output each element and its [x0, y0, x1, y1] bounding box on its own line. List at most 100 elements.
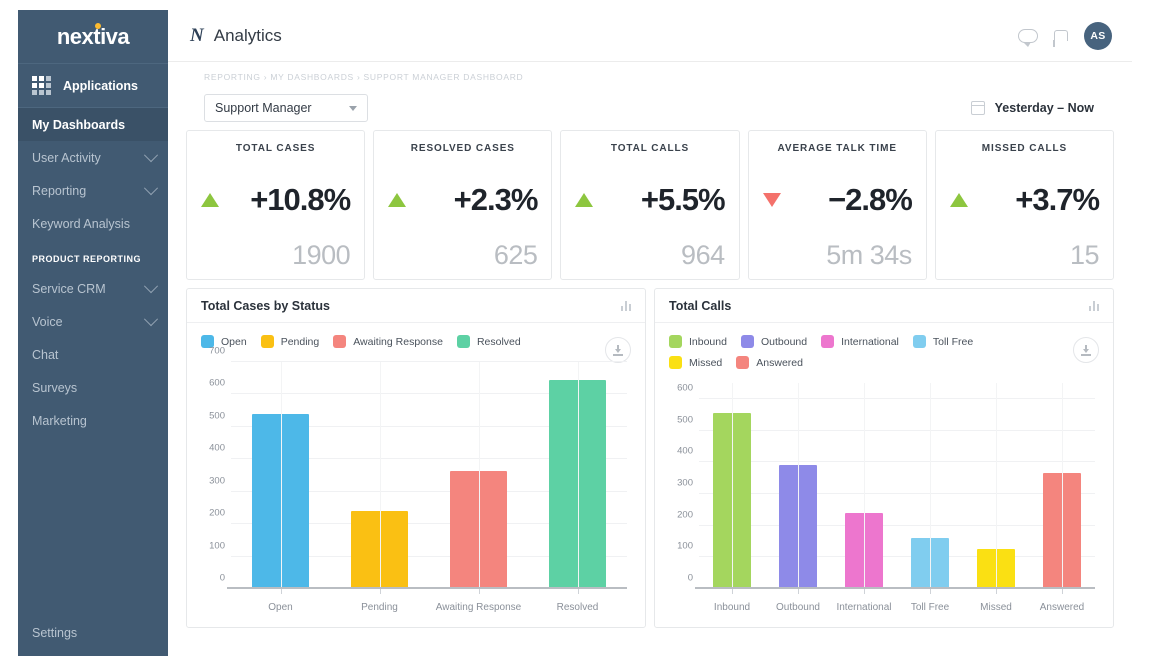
x-axis-label: International	[831, 602, 897, 613]
legend-item[interactable]: Missed	[669, 356, 722, 369]
kpi-percent: +2.3%	[454, 182, 538, 218]
y-axis-tick: 400	[209, 443, 225, 454]
kpi-main: +10.8%	[201, 158, 350, 242]
trend-up-icon	[575, 193, 593, 207]
kpi-main: +5.5%	[575, 158, 724, 242]
chevron-down-icon	[144, 181, 158, 195]
kpi-main: −2.8%	[763, 158, 912, 242]
sidebar-item-user-activity[interactable]: User Activity	[18, 141, 168, 174]
kpi-card-missed-calls[interactable]: MISSED CALLS +3.7% 15	[935, 130, 1114, 280]
kpi-main: +3.7%	[950, 158, 1099, 242]
date-range-picker[interactable]: Yesterday – Now	[971, 101, 1094, 115]
kpi-title: AVERAGE TALK TIME	[763, 143, 912, 154]
sidebar-item-label: Keyword Analysis	[32, 217, 130, 231]
y-axis-tick: 500	[677, 414, 693, 425]
trend-up-icon	[950, 193, 968, 207]
x-axis-label: Missed	[963, 602, 1029, 613]
sidebar-item-chat[interactable]: Chat	[18, 338, 168, 371]
legend-item[interactable]: International	[821, 335, 899, 348]
bar-slot	[1029, 383, 1095, 589]
chat-icon[interactable]	[1018, 29, 1038, 43]
bar-slot	[528, 362, 627, 589]
legend-item[interactable]: Pending	[261, 335, 320, 348]
panel-total-calls: Total Calls InboundOutboundInternational…	[654, 288, 1114, 628]
x-axis-tick	[281, 589, 282, 594]
legend-item[interactable]: Resolved	[457, 335, 521, 348]
kpi-cards: TOTAL CASES +10.8% 1900 RESOLVED CASES +…	[186, 130, 1114, 280]
x-axis-tick	[930, 589, 931, 594]
kpi-title: TOTAL CASES	[201, 143, 350, 154]
sidebar-item-keyword-analysis[interactable]: Keyword Analysis	[18, 207, 168, 240]
legend-label: Awaiting Response	[353, 336, 443, 348]
sidebar-item-label: Reporting	[32, 184, 86, 198]
sidebar-item-my-dashboards[interactable]: My Dashboards	[18, 108, 168, 141]
legend-item[interactable]: Inbound	[669, 335, 727, 348]
bar-slot	[699, 383, 765, 589]
brand-logo[interactable]: nextiva	[18, 10, 168, 64]
kpi-percent: +5.5%	[641, 182, 725, 218]
avatar[interactable]: AS	[1084, 22, 1112, 50]
x-axis-tick	[578, 589, 579, 594]
x-axis-label: Outbound	[765, 602, 831, 613]
kpi-card-average-talk-time[interactable]: AVERAGE TALK TIME −2.8% 5m 34s	[748, 130, 927, 280]
legend-swatch	[821, 335, 834, 348]
bar-group	[699, 383, 1095, 589]
x-axis-label: Pending	[330, 602, 429, 613]
legend-label: Outbound	[761, 336, 807, 348]
vertical-gridline	[996, 383, 997, 589]
x-axis-label: Awaiting Response	[429, 602, 528, 613]
kpi-card-total-cases[interactable]: TOTAL CASES +10.8% 1900	[186, 130, 365, 280]
sidebar-item-reporting[interactable]: Reporting	[18, 174, 168, 207]
y-axis-tick: 700	[209, 346, 225, 357]
dashboard-select[interactable]: Support Manager	[204, 94, 368, 122]
analytics-dashboard: nextiva Applications My Dashboards User …	[0, 0, 1150, 666]
legend-item[interactable]: Outbound	[741, 335, 807, 348]
kpi-main: +2.3%	[388, 158, 537, 242]
bar-slot	[765, 383, 831, 589]
kpi-card-total-calls[interactable]: TOTAL CALLS +5.5% 964	[560, 130, 739, 280]
x-axis-labels: OpenPendingAwaiting ResponseResolved	[231, 602, 627, 613]
trend-up-icon	[201, 193, 219, 207]
x-axis-line	[695, 587, 1095, 589]
kpi-percent: +3.7%	[1015, 182, 1099, 218]
bar-slot	[831, 383, 897, 589]
panel-header: Total Cases by Status	[187, 289, 645, 323]
y-axis-tick: 100	[677, 541, 693, 552]
legend-label: Missed	[689, 357, 722, 369]
kpi-card-resolved-cases[interactable]: RESOLVED CASES +2.3% 625	[373, 130, 552, 280]
x-axis-tick	[864, 589, 865, 594]
legend-swatch	[741, 335, 754, 348]
vertical-gridline	[281, 362, 282, 589]
chevron-down-icon	[144, 279, 158, 293]
bar-chart-icon[interactable]	[621, 300, 632, 311]
legend-swatch	[457, 335, 470, 348]
kpi-title: RESOLVED CASES	[388, 143, 537, 154]
download-button[interactable]	[1073, 337, 1099, 363]
y-axis-tick: 400	[677, 446, 693, 457]
kpi-title: MISSED CALLS	[950, 143, 1099, 154]
applications-label: Applications	[63, 79, 138, 93]
bar-chart-icon[interactable]	[1089, 300, 1100, 311]
grid-icon	[32, 76, 51, 95]
sidebar-item-settings[interactable]: Settings	[18, 616, 168, 650]
x-axis-tick	[798, 589, 799, 594]
flag-icon[interactable]	[1054, 30, 1068, 41]
legend-item[interactable]: Toll Free	[913, 335, 973, 348]
legend-label: International	[841, 336, 899, 348]
legend-item[interactable]: Answered	[736, 356, 803, 369]
legend-item[interactable]: Awaiting Response	[333, 335, 443, 348]
vertical-gridline	[732, 383, 733, 589]
bar-slot	[963, 383, 1029, 589]
chart-plot-area: 0100200300400500600 InboundOutboundInter…	[665, 375, 1103, 627]
kpi-value: 625	[388, 242, 537, 269]
sidebar-item-voice[interactable]: Voice	[18, 305, 168, 338]
sidebar-item-label: Settings	[32, 626, 77, 640]
sidebar-item-service-crm[interactable]: Service CRM	[18, 272, 168, 305]
panel-total-cases-by-status: Total Cases by Status OpenPendingAwaitin…	[186, 288, 646, 628]
sidebar-item-applications[interactable]: Applications	[18, 64, 168, 108]
x-axis-label: Answered	[1029, 602, 1095, 613]
y-axis-tick: 100	[209, 540, 225, 551]
sidebar-item-marketing[interactable]: Marketing	[18, 404, 168, 437]
sidebar-item-surveys[interactable]: Surveys	[18, 371, 168, 404]
vertical-gridline	[578, 362, 579, 589]
